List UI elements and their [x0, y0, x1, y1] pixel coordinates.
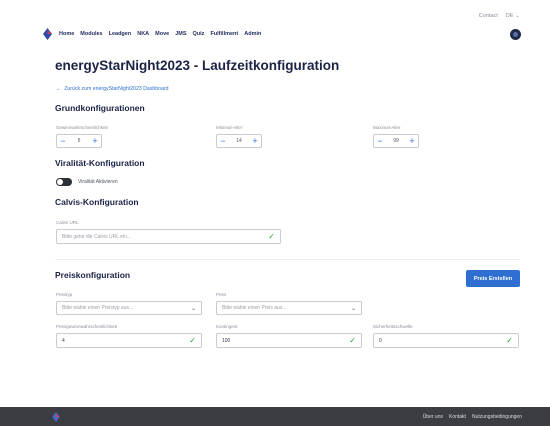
- chevron-down-icon: ⌄: [190, 305, 196, 312]
- nav-item-admin[interactable]: Admin: [244, 31, 261, 37]
- grund-heading: Grundkonfigurationen: [55, 103, 145, 113]
- minus-icon[interactable]: −: [374, 135, 386, 147]
- min-age-stepper: − 14 +: [216, 134, 262, 148]
- calvis-heading: Calvis-Konfiguration: [55, 197, 139, 207]
- price-type-placeholder: Bitte wähle einen Preistyp aus...: [62, 305, 134, 311]
- utility-links: Contact DE ⌄: [479, 13, 520, 19]
- win-probability-stepper: − 5 +: [56, 134, 102, 148]
- footer: Über uns Kontakt Nutzungsbedingungen: [0, 407, 550, 426]
- price-win-probability-input[interactable]: 4 ✓: [56, 333, 202, 348]
- max-age-label: Maximal-Alter: [373, 125, 401, 130]
- back-link[interactable]: ← Zurück zum energyStarNight2023 Dashboa…: [56, 86, 169, 92]
- chevron-down-icon: ⌄: [350, 305, 356, 312]
- page-title: energyStarNight2023 - Laufzeitkonfigurat…: [55, 58, 340, 73]
- price-placeholder: Bitte wähle einen Preis aus...: [222, 305, 287, 311]
- quota-value: 100: [222, 337, 231, 344]
- win-probability-value[interactable]: 5: [69, 138, 89, 144]
- price-select[interactable]: Bitte wähle einen Preis aus... ⌄: [216, 301, 362, 315]
- win-probability-label: Gewinnwahrscheinlichkeit: [56, 125, 108, 130]
- check-icon: ✓: [506, 335, 513, 345]
- nav-item-fulfillment[interactable]: Fulfillment: [210, 31, 238, 37]
- plus-icon[interactable]: +: [249, 135, 261, 147]
- price-win-probability-value: 4: [62, 337, 65, 344]
- max-age-stepper: − 99 +: [373, 134, 419, 148]
- back-link-label: Zurück zum energyStarNight2023 Dashboard: [64, 86, 169, 92]
- price-label: Preis: [216, 292, 227, 297]
- calvis-url-input[interactable]: Bitte gebe die Calvis URL ein... ✓: [56, 229, 281, 244]
- plus-icon[interactable]: +: [89, 135, 101, 147]
- nav-item-modules[interactable]: Modules: [80, 31, 102, 37]
- viral-heading: Viralität-Konfiguration: [55, 158, 145, 168]
- arrow-left-icon: ←: [56, 86, 62, 92]
- nav-item-nka[interactable]: NKA: [137, 31, 149, 37]
- plus-icon[interactable]: +: [406, 135, 418, 147]
- contact-link[interactable]: Contact: [479, 13, 498, 19]
- language-label: DE: [505, 13, 514, 19]
- safety-threshold-value: 0: [379, 337, 382, 344]
- nav-item-jms[interactable]: JMS: [175, 31, 186, 37]
- main-nav: Home Modules Leadgen NKA Move JMS Quiz F…: [0, 28, 550, 44]
- footer-link-terms[interactable]: Nutzungsbedingungen: [472, 414, 522, 420]
- calvis-url-label: Calvis URL: [56, 220, 79, 225]
- section-divider: [55, 259, 520, 260]
- footer-link-about[interactable]: Über uns: [423, 414, 443, 420]
- safety-threshold-label: Sicherheitsschwelle: [373, 324, 413, 329]
- nav-item-home[interactable]: Home: [59, 31, 74, 37]
- min-age-label: Minimal-Alter: [216, 125, 243, 130]
- price-type-label: Preistyp: [56, 292, 73, 297]
- quota-input[interactable]: 100 ✓: [216, 333, 362, 348]
- quota-label: Kontingent: [216, 324, 238, 329]
- chevron-down-icon: ⌄: [515, 13, 520, 19]
- min-age-value[interactable]: 14: [229, 138, 249, 144]
- check-icon: ✓: [189, 335, 196, 345]
- user-avatar-icon[interactable]: [510, 29, 521, 40]
- footer-logo[interactable]: [52, 412, 60, 422]
- footer-link-contact[interactable]: Kontakt: [449, 414, 466, 420]
- preis-heading: Preiskonfiguration: [55, 270, 131, 280]
- price-type-select[interactable]: Bitte wähle einen Preistyp aus... ⌄: [56, 301, 202, 315]
- brand-logo[interactable]: [43, 28, 52, 40]
- nav-item-quiz[interactable]: Quiz: [193, 31, 205, 37]
- nav-item-leadgen[interactable]: Leadgen: [109, 31, 132, 37]
- minus-icon[interactable]: −: [217, 135, 229, 147]
- price-win-probability-label: Preisgewinnwahrscheinlichkeit: [56, 324, 118, 329]
- create-price-button[interactable]: Preis Erstellen: [466, 270, 520, 287]
- max-age-value[interactable]: 99: [386, 138, 406, 144]
- utility-bar: Contact DE ⌄: [0, 0, 550, 22]
- virality-toggle[interactable]: [56, 178, 72, 186]
- safety-threshold-input[interactable]: 0 ✓: [373, 333, 519, 348]
- check-icon: ✓: [268, 231, 275, 241]
- virality-toggle-label: Viralität Aktivieren: [78, 179, 118, 185]
- check-icon: ✓: [349, 335, 356, 345]
- language-select[interactable]: DE ⌄: [506, 13, 520, 19]
- calvis-url-placeholder: Bitte gebe die Calvis URL ein...: [62, 233, 132, 240]
- minus-icon[interactable]: −: [57, 135, 69, 147]
- nav-item-move[interactable]: Move: [155, 31, 169, 37]
